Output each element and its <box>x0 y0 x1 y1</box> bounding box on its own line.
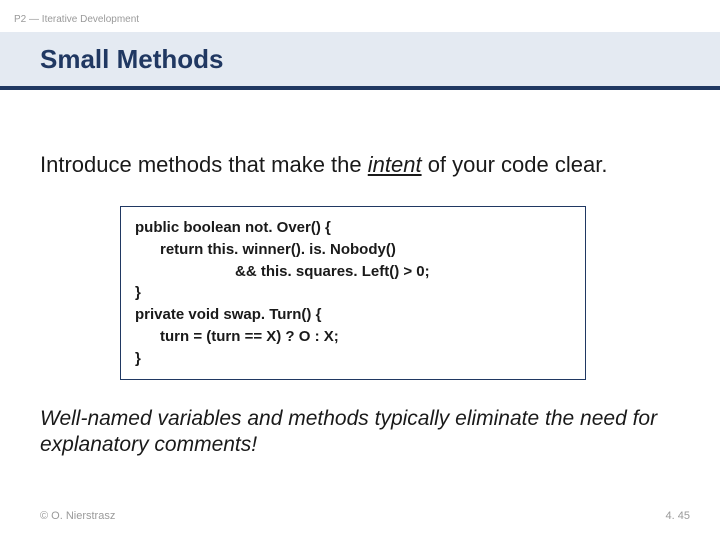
page-number: 4. 45 <box>666 510 690 522</box>
copyright-text: © O. Nierstrasz <box>40 510 115 522</box>
lead-emphasis: intent <box>368 152 422 177</box>
code-line: turn = (turn == X) ? O : X; <box>135 326 571 348</box>
lead-before: Introduce methods that make the <box>40 152 368 177</box>
code-box: public boolean not. Over() { return this… <box>120 206 586 380</box>
code-line: private void swap. Turn() { <box>135 304 571 326</box>
lead-text: Introduce methods that make the intent o… <box>40 152 680 178</box>
lead-after: of your code clear. <box>422 152 608 177</box>
title-underline <box>0 86 720 90</box>
code-line: public boolean not. Over() { <box>135 217 571 239</box>
code-line: } <box>135 282 571 304</box>
code-line: } <box>135 348 571 370</box>
conclusion-text: Well-named variables and methods typical… <box>40 406 680 459</box>
code-line: return this. winner(). is. Nobody() <box>135 239 571 261</box>
slide-title: Small Methods <box>40 44 223 75</box>
title-band: Small Methods <box>0 32 720 86</box>
breadcrumb: P2 — Iterative Development <box>14 14 139 25</box>
code-line: && this. squares. Left() > 0; <box>135 261 571 283</box>
